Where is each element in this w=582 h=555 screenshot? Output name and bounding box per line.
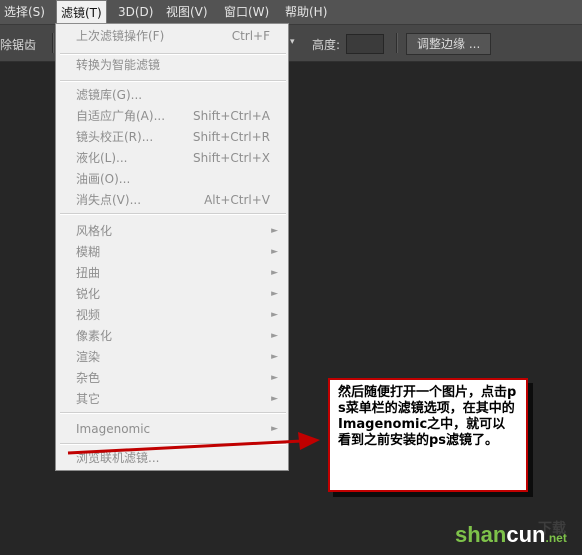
callout-note: 然后随便打开一个图片，点击ps菜单栏的滤镜选项，在其中的Imagenomic之中… (328, 378, 528, 492)
watermark-white-text: cun (506, 522, 546, 547)
watermark-logo: shancun.net (455, 522, 567, 548)
arrow-shaft (67, 439, 303, 455)
watermark-green-text: shan (455, 522, 507, 547)
watermark-suffix: .net (545, 531, 567, 545)
arrow-head (298, 432, 320, 450)
